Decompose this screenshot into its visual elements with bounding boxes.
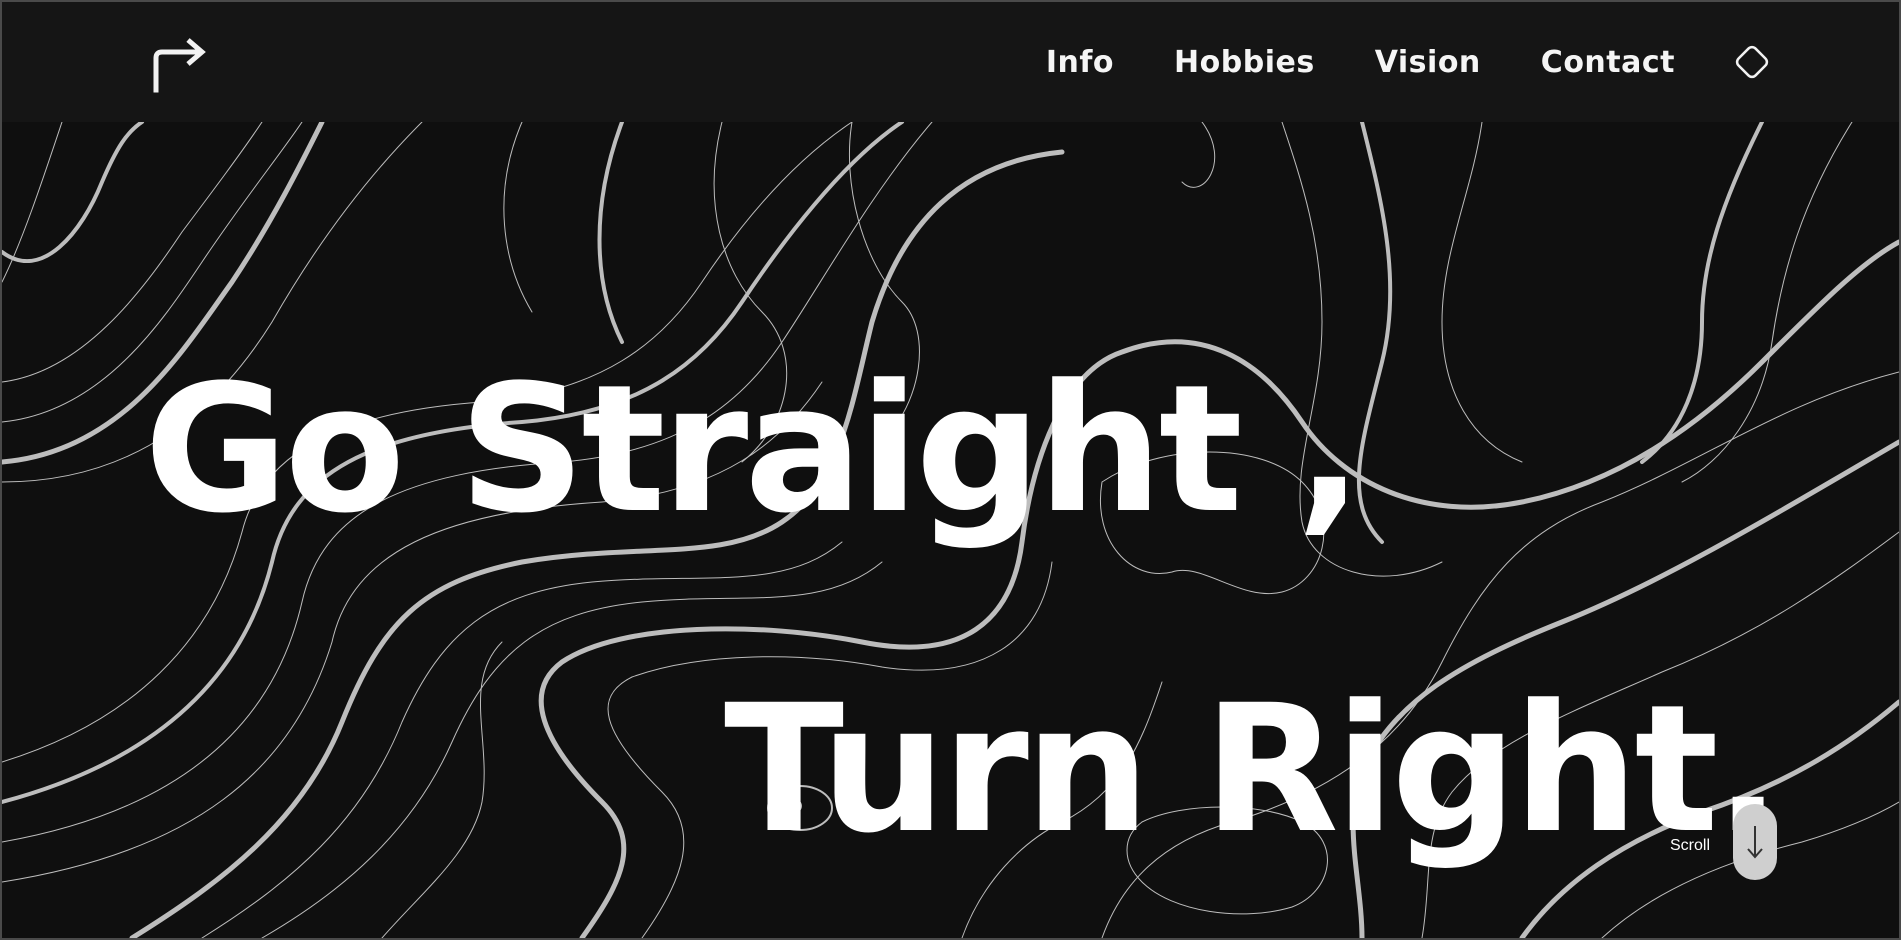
nav-item-info[interactable]: Info: [1046, 45, 1114, 80]
scroll-label: Scroll: [1670, 837, 1711, 854]
arrow-turn-right-icon[interactable]: [150, 36, 208, 94]
nav-item-contact[interactable]: Contact: [1541, 45, 1675, 80]
browser-viewport: Info Hobbies Vision Contact Go Straight …: [2, 2, 1899, 938]
arrow-down-icon: [1747, 826, 1763, 859]
hero-headline-line-2: Turn Right.: [724, 667, 1782, 872]
scroll-down-button[interactable]: [1733, 804, 1777, 880]
diamond-icon[interactable]: [1731, 41, 1773, 83]
top-navigation-bar: Info Hobbies Vision Contact: [2, 2, 1899, 122]
hero-headline-line-1: Go Straight ,: [144, 347, 1363, 552]
hero-section: Go Straight , Turn Right.: [2, 122, 1899, 938]
nav-item-hobbies[interactable]: Hobbies: [1174, 45, 1315, 80]
main-nav: Info Hobbies Vision Contact: [1046, 40, 1899, 84]
nav-item-vision[interactable]: Vision: [1375, 45, 1481, 80]
